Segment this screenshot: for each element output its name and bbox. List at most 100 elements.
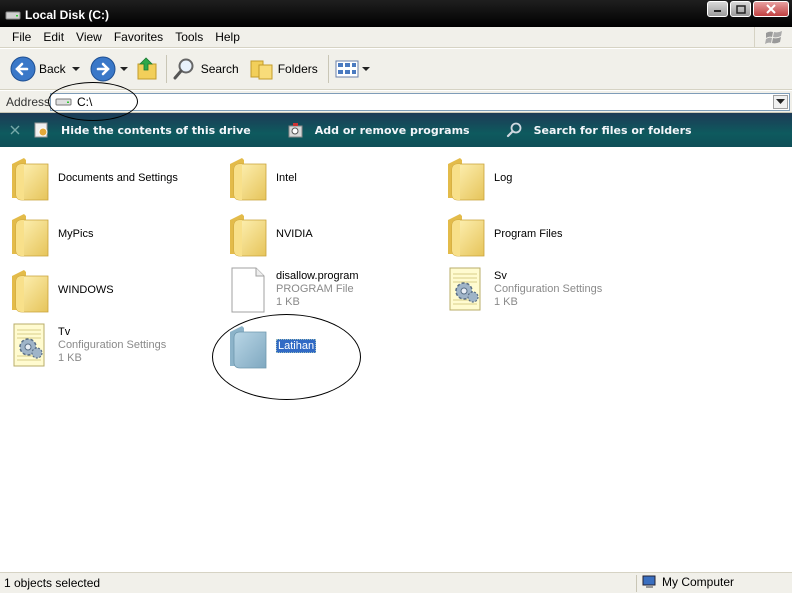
item-name: MyPics: [58, 228, 94, 240]
drive-icon: [55, 98, 72, 106]
chevron-down-icon: [776, 99, 785, 104]
status-separator: [636, 575, 637, 592]
item-size: 1 KB: [58, 352, 82, 364]
list-item[interactable]: Documents and Settings: [8, 154, 178, 202]
close-button[interactable]: [753, 1, 789, 17]
item-name-edit[interactable]: Latihan: [276, 339, 317, 353]
address-dropdown-button[interactable]: [773, 95, 788, 109]
windows-logo-icon: [754, 27, 792, 48]
minimize-button[interactable]: [707, 1, 728, 17]
task-label: Hide the contents of this drive: [61, 123, 251, 137]
list-item[interactable]: MyPics: [8, 210, 93, 258]
folders-label: Folders: [277, 62, 318, 76]
item-type: Configuration Settings: [494, 283, 603, 295]
item-size: 1 KB: [494, 296, 518, 308]
address-bar: Address C:\: [0, 91, 792, 113]
minimize-icon: [713, 10, 721, 12]
task-hide-contents[interactable]: Hide the contents of this drive: [33, 121, 251, 139]
hide-drive-icon: [34, 122, 48, 138]
address-value: C:\: [77, 95, 93, 109]
forward-button[interactable]: [90, 56, 116, 82]
search-label: Search: [200, 62, 239, 76]
folder-icon: [8, 210, 52, 258]
item-name: disallow.program: [276, 270, 359, 282]
title-bar: Local Disk (C:): [0, 0, 792, 27]
maximize-icon: [735, 4, 746, 14]
folder-icon: [444, 154, 488, 202]
item-name: Log: [494, 172, 513, 184]
file-view[interactable]: Documents and Settings Intel Log MyPics …: [0, 148, 792, 572]
item-type: PROGRAM File: [276, 283, 354, 295]
status-zone: My Computer: [662, 575, 735, 589]
list-item[interactable]: disallow.program PROGRAM File 1 KB: [226, 266, 359, 314]
list-item[interactable]: NVIDIA: [226, 210, 313, 258]
address-label: Address: [6, 94, 51, 109]
my-computer-icon: [642, 575, 656, 588]
add-remove-programs-icon: [288, 123, 303, 138]
search-icon: [506, 122, 521, 138]
item-size: 1 KB: [276, 296, 300, 308]
views-button[interactable]: [335, 59, 371, 79]
task-label: Search for files or folders: [533, 123, 692, 137]
menu-edit[interactable]: Edit: [37, 30, 70, 44]
close-icon: [766, 4, 776, 14]
task-add-remove-programs[interactable]: Add or remove programs: [287, 121, 470, 139]
list-item[interactable]: Sv Configuration Settings 1 KB: [444, 266, 602, 314]
program-file-icon: [226, 266, 270, 314]
menu-view[interactable]: View: [70, 30, 108, 44]
views-dropdown-icon: [361, 67, 370, 71]
item-name: Intel: [276, 172, 297, 184]
search-icon: [173, 58, 194, 80]
folder-icon: [8, 266, 52, 314]
list-item[interactable]: Program Files: [444, 210, 562, 258]
menu-tools[interactable]: Tools: [169, 30, 209, 44]
item-type: Configuration Settings: [58, 339, 167, 351]
address-input[interactable]: C:\: [50, 93, 790, 111]
folder-icon: [226, 154, 270, 202]
search-button[interactable]: Search: [173, 57, 239, 81]
forward-arrow-icon: [90, 56, 116, 82]
list-item[interactable]: Log: [444, 154, 512, 202]
back-button[interactable]: Back: [10, 56, 66, 82]
status-selection: 1 objects selected: [4, 576, 101, 590]
folders-button[interactable]: Folders: [249, 57, 318, 81]
toolbar: Back Search Folders: [0, 49, 792, 90]
list-item[interactable]: Intel: [226, 154, 297, 202]
back-arrow-icon: [10, 56, 36, 82]
views-icon: [335, 60, 359, 78]
item-name: Sv: [494, 270, 507, 282]
folder-icon: [8, 154, 52, 202]
back-label: Back: [39, 62, 66, 76]
window-title: Local Disk (C:): [25, 7, 110, 22]
folders-icon: [250, 60, 273, 80]
folder-icon: [444, 210, 488, 258]
item-name: Tv: [58, 326, 71, 338]
common-tasks-bar: Hide the contents of this drive Add or r…: [0, 113, 792, 147]
config-settings-icon: [444, 266, 488, 314]
up-folder-button[interactable]: [134, 56, 160, 82]
list-item[interactable]: Tv Configuration Settings 1 KB: [8, 322, 166, 370]
drive-icon: [5, 11, 21, 19]
status-bar: 1 objects selected My Computer: [0, 572, 792, 593]
toolbar-separator: [327, 55, 329, 83]
folder-icon: [226, 210, 270, 258]
task-search-files[interactable]: Search for files or folders: [506, 121, 692, 139]
menu-favorites[interactable]: Favorites: [108, 30, 169, 44]
list-item[interactable]: WINDOWS: [8, 266, 114, 314]
up-folder-icon: [137, 57, 157, 80]
list-item-selected[interactable]: Latihan: [226, 322, 317, 370]
config-settings-icon: [8, 322, 52, 370]
folder-icon: [226, 322, 270, 370]
item-name: Program Files: [494, 228, 563, 240]
maximize-button[interactable]: [730, 1, 751, 17]
item-name: WINDOWS: [58, 284, 114, 296]
task-label: Add or remove programs: [314, 123, 470, 137]
close-tasks-icon[interactable]: [9, 124, 21, 136]
toolbar-separator: [165, 55, 167, 83]
item-name: NVIDIA: [276, 228, 313, 240]
back-dropdown-icon[interactable]: [70, 65, 82, 73]
menu-file[interactable]: File: [6, 30, 37, 44]
menu-help[interactable]: Help: [209, 30, 246, 44]
menu-bar: File Edit View Favorites Tools Help: [0, 27, 792, 48]
forward-dropdown-icon[interactable]: [118, 65, 130, 73]
